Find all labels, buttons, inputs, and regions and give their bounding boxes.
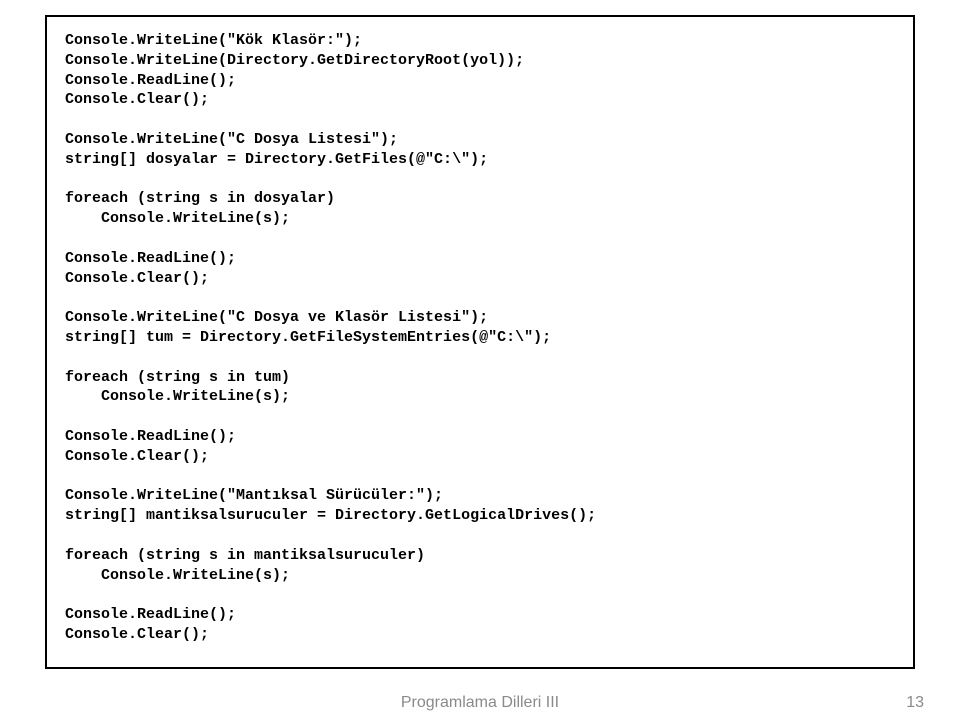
- blank-line: [65, 170, 895, 190]
- slide-container: Console.WriteLine("Kök Klasör:"); Consol…: [0, 0, 960, 724]
- blank-line: [65, 110, 895, 130]
- blank-line: [65, 526, 895, 546]
- code-line: string[] dosyalar = Directory.GetFiles(@…: [65, 150, 895, 170]
- code-line: Console.Clear();: [65, 447, 895, 467]
- code-line: Console.ReadLine();: [65, 427, 895, 447]
- blank-line: [65, 585, 895, 605]
- code-line: Console.WriteLine("C Dosya Listesi");: [65, 130, 895, 150]
- code-line: Console.ReadLine();: [65, 71, 895, 91]
- page-number: 13: [906, 694, 924, 712]
- code-line: Console.WriteLine("Mantıksal Sürücüler:"…: [65, 486, 895, 506]
- code-line: Console.WriteLine("C Dosya ve Klasör Lis…: [65, 308, 895, 328]
- code-box: Console.WriteLine("Kök Klasör:"); Consol…: [45, 15, 915, 669]
- code-line: string[] tum = Directory.GetFileSystemEn…: [65, 328, 895, 348]
- code-line: foreach (string s in mantiksalsuruculer): [65, 546, 895, 566]
- blank-line: [65, 407, 895, 427]
- code-line: Console.WriteLine(s);: [65, 387, 895, 407]
- blank-line: [65, 348, 895, 368]
- blank-line: [65, 467, 895, 487]
- code-line: Console.WriteLine(s);: [65, 209, 895, 229]
- code-line: foreach (string s in tum): [65, 368, 895, 388]
- code-line: Console.Clear();: [65, 90, 895, 110]
- footer-title: Programlama Dilleri III: [0, 694, 960, 712]
- code-line: Console.ReadLine();: [65, 605, 895, 625]
- blank-line: [65, 229, 895, 249]
- code-line: Console.Clear();: [65, 625, 895, 645]
- code-line: Console.WriteLine(Directory.GetDirectory…: [65, 51, 895, 71]
- code-line: Console.WriteLine("Kök Klasör:");: [65, 31, 895, 51]
- code-line: foreach (string s in dosyalar): [65, 189, 895, 209]
- blank-line: [65, 288, 895, 308]
- code-line: Console.Clear();: [65, 269, 895, 289]
- code-line: string[] mantiksalsuruculer = Directory.…: [65, 506, 895, 526]
- code-line: Console.ReadLine();: [65, 249, 895, 269]
- code-line: Console.WriteLine(s);: [65, 566, 895, 586]
